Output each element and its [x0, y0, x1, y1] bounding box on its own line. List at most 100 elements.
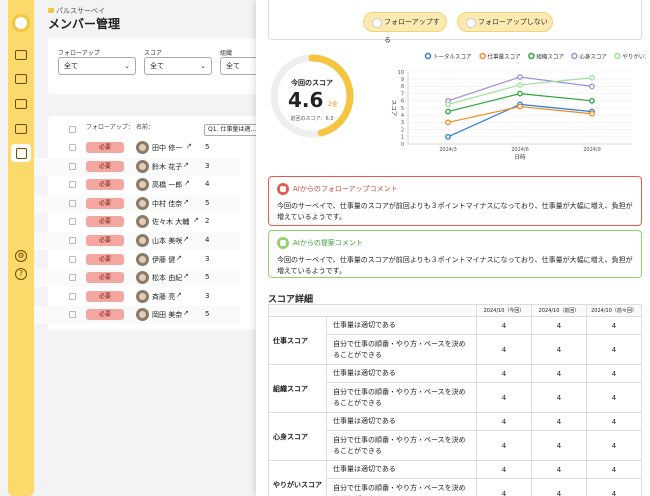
member-name[interactable]: 斉藤 亮	[152, 292, 175, 302]
table-row[interactable]: 必要 山本 美咲 ↗ 4	[34, 232, 240, 250]
gauge-diff: 2全	[328, 101, 338, 108]
detail-value: 4	[586, 382, 642, 413]
external-link-icon[interactable]: ↗	[186, 142, 192, 150]
data-point[interactable]	[589, 74, 595, 81]
data-point[interactable]	[517, 90, 523, 97]
external-link-icon[interactable]: ↗	[176, 254, 182, 262]
followup-button[interactable]: フォローアップする	[363, 12, 447, 44]
avatar	[136, 308, 149, 322]
legend-marker[interactable]	[479, 52, 486, 60]
detail-value: 4	[476, 412, 532, 431]
data-point[interactable]	[589, 97, 595, 104]
survey-icon[interactable]	[15, 50, 27, 60]
table-row[interactable]: 必要 田中 修一 ↗ 5	[34, 139, 240, 157]
table-row[interactable]: 必要 中村 佳奈 ↗ 5	[34, 194, 240, 213]
member-name[interactable]: 中村 佳奈	[152, 199, 182, 209]
avatar	[136, 289, 149, 303]
data-point[interactable]	[517, 82, 523, 88]
external-link-icon[interactable]: ↗	[183, 309, 189, 317]
legend-marker[interactable]	[424, 52, 432, 60]
table-row[interactable]: 必要 鈴木 花子 ↗ 3	[34, 157, 240, 176]
legend-label[interactable]: 組織スコア	[536, 53, 564, 61]
member-name[interactable]: 田中 修一	[152, 143, 182, 153]
score-line-chart: トータルスコア 仕事量スコア 組織スコア 心身スコア やりがいスコア 01 23456 789…	[390, 52, 646, 162]
member-name[interactable]: 岡田 美奈	[152, 310, 182, 320]
legend-label[interactable]: やりがいスコア	[622, 53, 646, 61]
external-link-icon[interactable]: ↗	[183, 161, 189, 169]
row-checkbox[interactable]	[69, 144, 76, 151]
legend-label[interactable]: 仕事量スコア	[488, 53, 522, 61]
column-followup[interactable]: フォローアップ：	[86, 122, 134, 131]
users-icon[interactable]	[15, 74, 27, 84]
data-point[interactable]	[589, 83, 595, 90]
external-link-icon[interactable]: ↗	[183, 198, 189, 206]
external-link-icon[interactable]: ↗	[193, 216, 199, 224]
table-row[interactable]: 必要 伊藤 健 ↗ 3	[34, 251, 240, 269]
external-link-icon[interactable]: ↗	[184, 179, 190, 187]
member-name[interactable]: 松本 由紀	[152, 273, 182, 283]
no-followup-button[interactable]: フォローアップしない	[457, 12, 553, 32]
avatar	[136, 215, 149, 229]
y-tick-label: 8	[401, 84, 404, 90]
chevron-down-icon: ⌄	[200, 62, 206, 70]
detail-value: 4	[476, 460, 532, 479]
followup-filter-select[interactable]: 全て ⌄	[58, 57, 136, 75]
table-row[interactable]: 必要 佐々木 大輔 ↗ 2	[34, 213, 240, 231]
legend-marker[interactable]	[571, 52, 578, 60]
settings-icon[interactable]: ⚙	[15, 250, 27, 262]
select-all-checkbox[interactable]	[69, 126, 76, 133]
followup-badge: 必要	[86, 142, 124, 153]
row-checkbox[interactable]	[69, 237, 76, 244]
member-name[interactable]: 佐々木 大輔	[152, 217, 189, 227]
help-icon[interactable]: ?	[15, 268, 27, 280]
detail-header-period: 2024/10（今回）	[476, 304, 532, 317]
legend-label[interactable]: トータルスコア	[433, 53, 472, 61]
data-point[interactable]	[445, 108, 451, 115]
row-checkbox[interactable]	[69, 162, 76, 170]
member-name[interactable]: 伊藤 健	[152, 255, 175, 265]
row-checkbox[interactable]	[69, 218, 76, 226]
detail-item: 仕事量は適切である	[326, 412, 477, 431]
table-row[interactable]: 必要 斉藤 亮 ↗ 3	[34, 288, 240, 306]
member-name[interactable]: 鈴木 花子	[152, 162, 182, 172]
member-score: 5	[205, 143, 210, 151]
table-row[interactable]: 必要 松本 由紀 ↗ 5	[34, 269, 240, 288]
detail-value: 4	[531, 316, 587, 335]
external-link-icon[interactable]: ↗	[183, 235, 189, 243]
data-point[interactable]	[445, 101, 451, 108]
logo-icon[interactable]	[12, 14, 30, 32]
column-name[interactable]: 名前：	[136, 122, 154, 131]
member-score: 5	[205, 310, 210, 319]
row-checkbox[interactable]	[69, 274, 76, 282]
score-filter-select[interactable]: 全て ⌄	[144, 57, 212, 75]
data-point[interactable]	[445, 119, 451, 126]
data-point[interactable]	[517, 74, 523, 80]
member-name[interactable]: 高橋 一郎	[152, 180, 182, 190]
row-checkbox[interactable]	[69, 311, 76, 319]
data-point[interactable]	[589, 110, 595, 117]
detail-row: やりがいスコア 仕事量は適切である 4 4 4	[268, 460, 642, 496]
question-column-select[interactable]: Q1. 仕事量は適...	[204, 124, 262, 136]
legend-marker[interactable]	[528, 52, 535, 60]
row-checkbox[interactable]	[69, 199, 76, 207]
row-checkbox[interactable]	[69, 181, 76, 189]
y-tick-label: 5	[401, 106, 404, 112]
group-icon[interactable]	[15, 99, 27, 109]
legend-marker[interactable]	[614, 52, 621, 60]
detail-value: 4	[586, 412, 642, 431]
legend-label[interactable]: 心身スコア	[579, 53, 607, 61]
table-row[interactable]: 必要 高橋 一郎 ↗ 4	[34, 176, 240, 194]
table-row[interactable]: 必要 岡田 美奈 ↗ 5	[34, 306, 240, 325]
external-link-icon[interactable]: ↗	[183, 272, 189, 280]
member-name[interactable]: 山本 美咲	[152, 236, 182, 246]
sidebar: ⚙ ?	[8, 0, 34, 496]
data-point[interactable]	[517, 103, 523, 110]
data-point[interactable]	[445, 133, 451, 140]
row-checkbox[interactable]	[69, 292, 76, 300]
row-checkbox[interactable]	[69, 255, 76, 263]
members-icon[interactable]	[11, 144, 31, 162]
member-score: 3	[205, 254, 210, 263]
ai-followup-title: AIからのフォローアップコメント	[293, 185, 398, 193]
external-link-icon[interactable]: ↗	[176, 291, 182, 299]
chart-icon[interactable]	[15, 124, 27, 134]
